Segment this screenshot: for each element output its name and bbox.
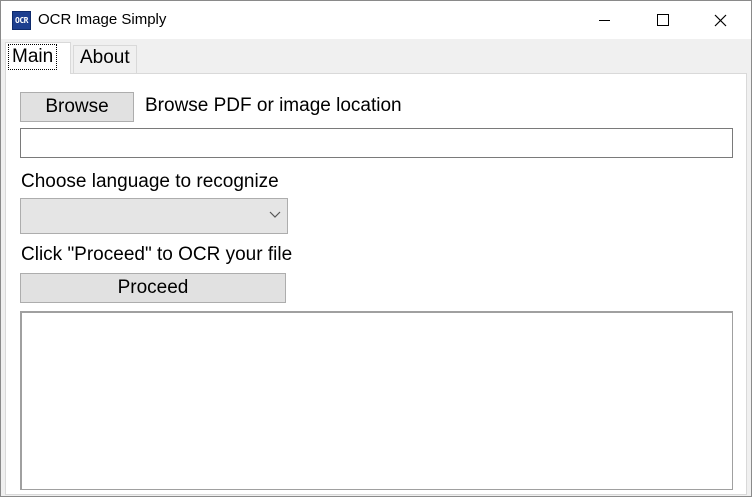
tab-about-label: About bbox=[80, 47, 130, 68]
language-dropdown[interactable] bbox=[20, 198, 288, 234]
minimize-button[interactable] bbox=[575, 1, 633, 39]
proceed-instruction-label: Click "Proceed" to OCR your file bbox=[21, 244, 293, 265]
proceed-button[interactable]: Proceed bbox=[20, 273, 286, 303]
tab-about[interactable]: About bbox=[73, 45, 137, 73]
file-path-input[interactable] bbox=[20, 128, 733, 158]
tab-main-label: Main bbox=[7, 44, 58, 70]
ocr-output-textarea[interactable] bbox=[20, 311, 733, 490]
app-ocr-icon: OCR bbox=[12, 11, 31, 30]
main-tab-panel: Browse Browse PDF or image location Choo… bbox=[5, 73, 747, 495]
tab-strip: Main About bbox=[1, 39, 751, 75]
maximize-button[interactable] bbox=[633, 1, 691, 39]
app-window: OCR OCR Image Simply Main About Browse B… bbox=[0, 0, 752, 497]
title-bar[interactable]: OCR OCR Image Simply bbox=[1, 1, 751, 39]
browse-location-label: Browse PDF or image location bbox=[145, 95, 402, 116]
close-icon bbox=[714, 14, 727, 27]
window-title: OCR Image Simply bbox=[38, 11, 167, 28]
minimize-icon bbox=[599, 20, 610, 21]
browse-button[interactable]: Browse bbox=[20, 92, 134, 122]
maximize-icon bbox=[657, 14, 669, 26]
chevron-down-icon bbox=[269, 211, 281, 218]
close-button[interactable] bbox=[691, 1, 749, 39]
language-label: Choose language to recognize bbox=[21, 171, 279, 192]
tab-main[interactable]: Main bbox=[5, 42, 71, 74]
